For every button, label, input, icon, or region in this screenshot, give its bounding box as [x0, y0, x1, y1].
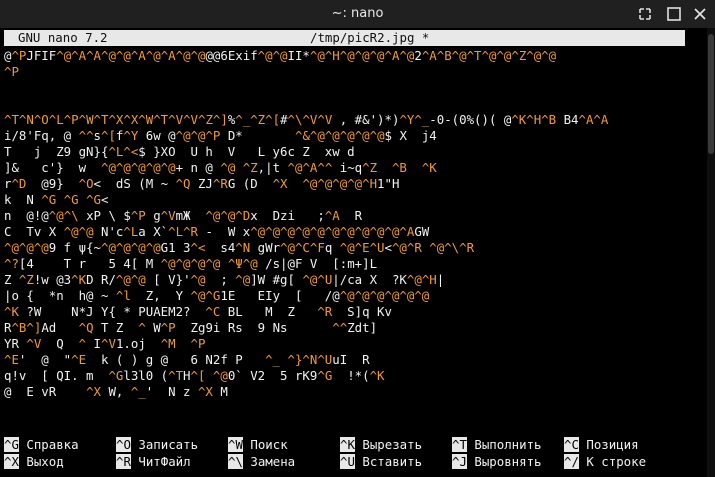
- shortcut-item[interactable]: ^/ К строке: [564, 454, 646, 470]
- buffer-line: i/8'Fq, @ ^^s^[f^Y 6w @^@^@^P D* ^&^@^@^…: [4, 128, 437, 143]
- shortcut-label: Выполнить: [466, 437, 542, 452]
- buffer-line: @ E vR ^X W, ^_' N z ^X M: [4, 384, 228, 399]
- buffer-line: ^?[4 T r 5 4[ M ^@^@^@^@ ^Ψ^@ /s|@F V [:…: [4, 256, 378, 271]
- shortcut-key: ^J: [452, 454, 467, 469]
- shortcut-key: ^R: [116, 454, 131, 469]
- shortcut-key: ^\: [228, 454, 243, 469]
- terminal-window: ~: nano GNU nano 7.2 /tmp/picR2.jpg * @^…: [0, 0, 715, 477]
- buffer-line: YR ^V Q ^ I^V1.oj ^M ^P: [4, 336, 206, 351]
- buffer-line: C Tv X ^@^@ N'c^La X`^L^R - W x^@^@^@^@^…: [4, 224, 430, 239]
- shortcut-label: Поиск: [242, 437, 288, 452]
- buffer-line: [4, 80, 687, 96]
- shortcut-label: Справка: [18, 437, 79, 452]
- shortcut-label: Замена: [242, 454, 296, 469]
- terminal-area[interactable]: GNU nano 7.2 /tmp/picR2.jpg * @^PJFIF^@^…: [0, 28, 705, 477]
- shortcut-item[interactable]: ^U Вставить: [340, 454, 422, 470]
- shortcut-label: Выход: [18, 454, 64, 469]
- shortcut-key: ^K: [340, 437, 355, 452]
- buffer-line: Z ^Z!w @3^KD R/^@^@ [ V}'^@ ; ^@]W #g[ ^…: [4, 272, 452, 287]
- shortcut-label: Записать: [130, 437, 199, 452]
- buffer-line: [4, 96, 687, 112]
- nano-header-bar: GNU nano 7.2 /tmp/picR2.jpg *: [4, 30, 685, 46]
- shortcut-label: ЧитФайл: [130, 454, 191, 469]
- buffer-line: ^P: [4, 64, 19, 79]
- scrollbar[interactable]: [707, 28, 715, 477]
- shortcut-key: ^X: [4, 454, 19, 469]
- buffer-line: T j Z9 gN}{^L^<$ }XO U h V L y6c Z xw d: [4, 144, 355, 159]
- buffer-line: @^PJFIF^@^A^A^@^@^A^@^A^@^@@@6Exif^@^@II…: [4, 48, 557, 63]
- titlebar[interactable]: ~: nano: [0, 0, 715, 28]
- shortcut-key: ^C: [564, 437, 579, 452]
- buffer-line: |o { *n h@ ~ ^l Z, Y ^@^G1E EIy [ /@^@^@…: [4, 288, 430, 303]
- shortcut-label: Вырезать: [354, 437, 423, 452]
- shortcut-item[interactable]: ^T Выполнить: [452, 437, 542, 453]
- shortcut-item[interactable]: ^W Поиск: [228, 437, 288, 453]
- buffer-line: k N ^G ^G ^G<: [4, 192, 109, 207]
- shortcut-item[interactable]: ^R ЧитФайл: [116, 454, 191, 470]
- window-title: ~: nano: [331, 6, 384, 21]
- shortcut-label: К строке: [578, 454, 647, 469]
- file-path: /tmp/picR2.jpg *: [310, 30, 430, 45]
- shortcut-label: Вставить: [354, 454, 423, 469]
- restore-icon[interactable]: [664, 4, 684, 24]
- shortcut-item[interactable]: ^G Справка: [4, 437, 79, 453]
- shortcut-key: ^G: [4, 437, 19, 452]
- shortcut-key: ^U: [340, 454, 355, 469]
- buffer-line: ^E' @ "^E k ( ) g @ 6 N2f P ^_ ^}^N^UuI …: [4, 352, 370, 367]
- buffer-line: r^D @9} ^O< dS (M ~ ^Q ZJ^RG (D ^X ^@^@^…: [4, 176, 400, 191]
- shortcut-label: Выровнять: [466, 454, 542, 469]
- buffer-line: ^K ?W N*J Y{ * PUAEM2? ^C BL M Z ^R S]q …: [4, 304, 392, 319]
- buffer-line: q!v [ QI. m ^Gl3l0 (^TH^[ ^@0` V2 5 rK9^…: [4, 368, 385, 383]
- shortcut-key: ^W: [228, 437, 243, 452]
- shortcut-item[interactable]: ^K Вырезать: [340, 437, 422, 453]
- shortcut-item[interactable]: ^C Позиция: [564, 437, 639, 453]
- close-icon[interactable]: [690, 4, 710, 24]
- shortcut-item[interactable]: ^O Записать: [116, 437, 198, 453]
- buffer-line: ]& c'} w ^@^@^@^@^@+ n @ ^@ ^Z,|t ^@^A^^…: [4, 160, 437, 175]
- shortcut-item[interactable]: ^\ Замена: [228, 454, 295, 470]
- shortcut-item[interactable]: ^X Выход: [4, 454, 64, 470]
- buffer-line: ^T^N^O^L^P^W^T^X^X^W^T^V^V^Z^]%^_^Z^[#^\…: [4, 112, 609, 127]
- buffer-line: ^@^@^@9 f ψ{~^@^@^@^@G1 3^< s4^N gWr^@^C…: [4, 240, 475, 255]
- scrollbar-thumb[interactable]: [708, 34, 714, 154]
- buffer-line: R^B^]Ad ^Q T Z ^ W^P Zg9i Rs 9 Ns ^^Zdt]: [4, 320, 378, 335]
- maximize-icon[interactable]: [635, 4, 655, 24]
- shortcut-label: Позиция: [578, 437, 639, 452]
- shortcut-key: ^O: [116, 437, 131, 452]
- buffer-line: n @!@^@^\ xP \ $^P g^VmЖ ^@^@^Dx Dzi ;^A…: [4, 208, 363, 223]
- shortcut-key: ^T: [452, 437, 467, 452]
- shortcut-item[interactable]: ^J Выровнять: [452, 454, 542, 470]
- nano-version: GNU nano 7.2: [18, 30, 108, 45]
- shortcut-key: ^/: [564, 454, 579, 469]
